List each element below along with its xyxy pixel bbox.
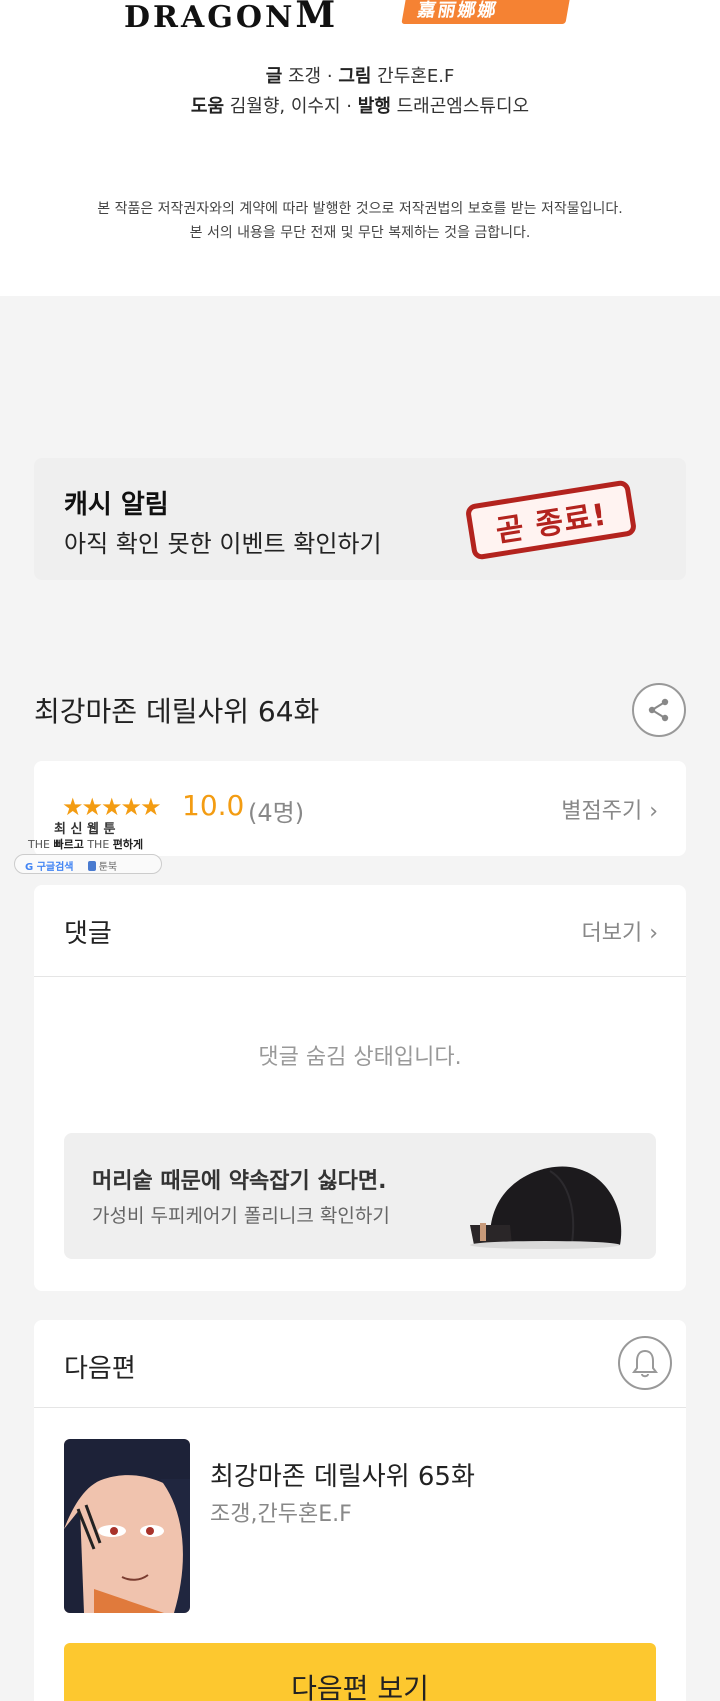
divider [34,976,686,977]
next-episode-title[interactable]: 최강마존 데릴사위 65화 [210,1456,475,1493]
cash-alert-title: 캐시 알림 [64,490,169,520]
watermark-search-pill: G 구글검색 툰북 [14,854,162,874]
ad-subline: 가성비 두피케어기 폴리니크 확인하기 [92,1205,390,1227]
dragon-m-logo: DRAGONM [124,0,336,36]
comments-hidden-message: 댓글 숨김 상태입니다. [258,1045,462,1070]
next-episode-author: 조갱,간두혼E.F [210,1502,352,1527]
comments-more-link[interactable]: 더보기 › [581,915,658,947]
episode-title: 최강마존 데릴사위 64화 [34,695,320,728]
bell-icon [632,1349,658,1378]
credit-line-publisher: 도움 김월향, 이수지 · 발행 드래곤엠스튜디오 [190,96,530,117]
ending-soon-stamp: 곧 종료! [464,479,638,561]
site-watermark: 최 신 웹 툰 THE 빠르고 THE 편하게 G 구글검색 툰북 [14,816,162,876]
ad-headline: 머리숱 때문에 약속잡기 싫다면. [92,1169,387,1194]
credit-line-writer: 글 조갱 · 그림 간두혼E.F [265,66,455,87]
bookmark-icon [87,861,96,871]
rate-button[interactable]: 별점주기 › [561,793,658,825]
share-icon [648,698,669,722]
share-button[interactable] [632,683,686,737]
comments-header: 댓글 [64,919,112,949]
notification-bell-button[interactable] [618,1336,672,1390]
partner-logo: 嘉丽娜娜 [401,0,571,24]
helmet-product-image [470,1166,622,1249]
next-episode-card: 다음편 최강마존 데릴사위 65화 조갱,간두혼E.F 다음편 보기 [34,1320,686,1701]
publisher-header: DRAGONM 嘉丽娜娜 글 조갱 · 그림 간두혼E.F 도움 김월향, 이수… [0,0,720,296]
comments-card: 댓글 더보기 › 댓글 숨김 상태입니다. 머리숱 때문에 약속잡기 싫다면. … [34,885,686,1291]
copyright-notice: 본 작품은 저작권자와의 계약에 따라 발행한 것으로 저작권법의 보호를 받는… [97,201,623,217]
divider [34,1407,686,1408]
copyright-notice-2: 본 서의 내용을 무단 전재 및 무단 복제하는 것을 금합니다. [189,225,531,241]
next-episode-button[interactable]: 다음편 보기 [64,1643,656,1701]
next-episode-header: 다음편 [64,1354,136,1384]
ad-banner[interactable]: 머리숱 때문에 약속잡기 싫다면. 가성비 두피케어기 폴리니크 확인하기 [64,1133,656,1259]
cash-alert-banner[interactable]: 캐시 알림 아직 확인 못한 이벤트 확인하기 곧 종료! [34,458,686,580]
cash-alert-subtitle: 아직 확인 못한 이벤트 확인하기 [64,530,382,558]
next-episode-thumbnail[interactable] [64,1439,190,1613]
rating-score: 10.0 [182,789,245,822]
rating-count: (4명) [248,799,305,827]
